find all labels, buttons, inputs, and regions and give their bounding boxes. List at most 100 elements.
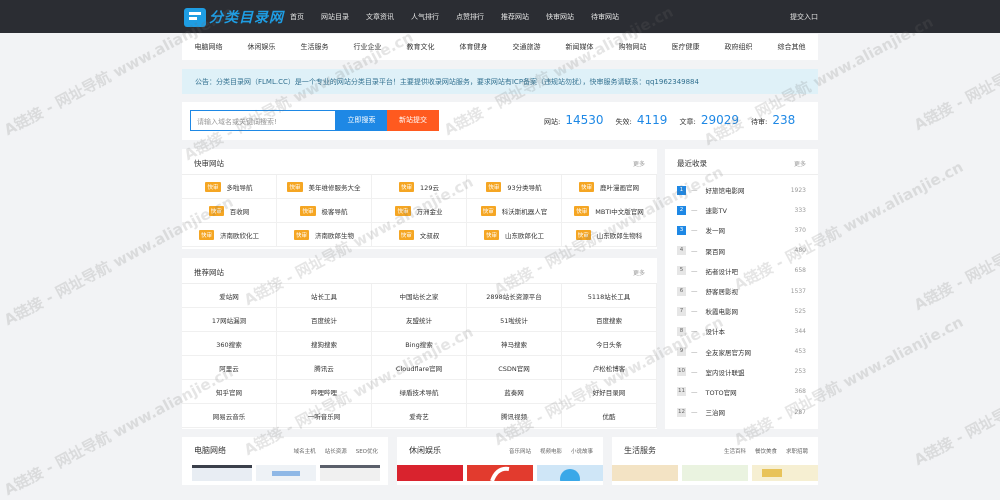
fast-review-item[interactable]: 快审 极客导航 xyxy=(277,199,372,223)
category-link[interactable]: 医疗健康 xyxy=(659,42,712,52)
category-link[interactable]: 综合其他 xyxy=(765,42,818,52)
recent-item[interactable]: 6 — 舒客居影视 1537 xyxy=(665,281,818,301)
recommend-item[interactable]: 中国站长之家 xyxy=(372,284,467,308)
subcategory-link[interactable]: 域名主机 xyxy=(294,447,316,455)
recent-item[interactable]: 11 — TOTO官网 368 xyxy=(665,382,818,402)
recent-item[interactable]: 8 — 设计本 344 xyxy=(665,321,818,341)
recommend-item[interactable]: 搜狗搜索 xyxy=(277,332,372,356)
recommend-item[interactable]: 站长工具 xyxy=(277,284,372,308)
more-link[interactable]: 更多 xyxy=(794,159,806,168)
recent-item[interactable]: 4 — 聚百网 480 xyxy=(665,241,818,261)
recent-item[interactable]: 5 — 拓者设计吧 658 xyxy=(665,261,818,281)
search-input[interactable]: 请输入域名或关键词搜索! xyxy=(190,110,336,131)
fast-review-item[interactable]: 快审 科沃斯机器人官 xyxy=(467,199,562,223)
fast-review-item[interactable]: 快审 万洲金业 xyxy=(372,199,467,223)
recommend-item[interactable]: 360搜索 xyxy=(182,332,277,356)
recommend-item[interactable]: Bing搜索 xyxy=(372,332,467,356)
recommend-item[interactable]: 爱站网 xyxy=(182,284,277,308)
site-name: 多啦导航 xyxy=(226,183,253,192)
recent-item[interactable]: 2 — 速影TV 333 xyxy=(665,200,818,220)
recommend-item[interactable]: Cloudflare官网 xyxy=(372,356,467,380)
site-logo[interactable]: 分类目录网 xyxy=(184,7,284,27)
nav-link[interactable]: 人气排行 xyxy=(411,12,439,22)
subcategory-link[interactable]: 音乐网站 xyxy=(509,447,531,455)
recommend-item[interactable]: 哔哩哔哩 xyxy=(277,380,372,404)
nav-link[interactable]: 待审网站 xyxy=(591,12,619,22)
website-thumbnails[interactable] xyxy=(182,465,388,481)
recommend-item[interactable]: 网易云音乐 xyxy=(182,404,277,428)
recommend-item[interactable]: 卢松松博客 xyxy=(562,356,657,380)
more-link[interactable]: 更多 xyxy=(633,159,645,168)
category-link[interactable]: 购物网站 xyxy=(606,42,659,52)
nav-link[interactable]: 点赞排行 xyxy=(456,12,484,22)
fast-review-item[interactable]: 快审 山东欧郎化工 xyxy=(467,223,562,247)
category-link[interactable]: 休闲娱乐 xyxy=(235,42,288,52)
subcategory-link[interactable]: 餐饮美食 xyxy=(755,447,777,455)
website-thumbnails[interactable] xyxy=(397,465,603,481)
subcategory-link[interactable]: 生活百科 xyxy=(724,447,746,455)
recommend-item[interactable]: 蓝奏网 xyxy=(467,380,562,404)
category-link[interactable]: 新闻媒体 xyxy=(553,42,606,52)
search-button[interactable]: 立即搜索 xyxy=(335,110,388,131)
recent-item[interactable]: 1 — 好旅馆电影网 1923 xyxy=(665,180,818,200)
category-link[interactable]: 政府组织 xyxy=(712,42,765,52)
fast-review-tag: 快审 xyxy=(395,205,411,216)
recent-item[interactable]: 10 — 室内设计联盟 253 xyxy=(665,362,818,382)
recent-item[interactable]: 12 — 三治网 287 xyxy=(665,402,818,422)
subcategory-link[interactable]: SEO优化 xyxy=(356,447,378,455)
recommend-item[interactable]: 优酷 xyxy=(562,404,657,428)
recommend-item[interactable]: 腾讯云 xyxy=(277,356,372,380)
recommend-item[interactable]: 友盟统计 xyxy=(372,308,467,332)
website-thumbnails[interactable] xyxy=(612,465,818,481)
recommend-item[interactable]: 阿里云 xyxy=(182,356,277,380)
fast-review-item[interactable]: 快审 鹿叶漫画官网 xyxy=(562,175,657,199)
recommend-item[interactable]: 5118站长工具 xyxy=(562,284,657,308)
recommend-item[interactable]: 百度统计 xyxy=(277,308,372,332)
recommend-item[interactable]: CSDN官网 xyxy=(467,356,562,380)
fast-review-item[interactable]: 快审 济南欧欣化工 xyxy=(182,223,277,247)
recommend-item[interactable]: 今日头条 xyxy=(562,332,657,356)
submit-entry-link[interactable]: 提交入口 xyxy=(790,12,818,22)
category-link[interactable]: 生活服务 xyxy=(288,42,341,52)
recommend-item[interactable]: 神马搜索 xyxy=(467,332,562,356)
fast-review-item[interactable]: 快审 MBTI中文版官网 xyxy=(562,199,657,223)
category-link[interactable]: 电脑网络 xyxy=(182,42,235,52)
recommend-item[interactable]: 知乎官网 xyxy=(182,380,277,404)
category-link[interactable]: 教育文化 xyxy=(394,42,447,52)
more-link[interactable]: 更多 xyxy=(633,268,645,277)
recommend-item[interactable]: 一听音乐网 xyxy=(277,404,372,428)
nav-link[interactable]: 文章资讯 xyxy=(366,12,394,22)
fast-review-item[interactable]: 快审 多啦导航 xyxy=(182,175,277,199)
fast-review-item[interactable]: 快审 文叔叔 xyxy=(372,223,467,247)
subcategory-link[interactable]: 视频电影 xyxy=(540,447,562,455)
nav-link[interactable]: 网站目录 xyxy=(321,12,349,22)
nav-link[interactable]: 快审网站 xyxy=(546,12,574,22)
recommend-item[interactable]: 爱奇艺 xyxy=(372,404,467,428)
recommend-item[interactable]: 好好目录网 xyxy=(562,380,657,404)
category-link[interactable]: 体育健身 xyxy=(447,42,500,52)
recommend-item[interactable]: 2898站长资源平台 xyxy=(467,284,562,308)
submit-site-button[interactable]: 新站提交 xyxy=(387,110,439,131)
fast-review-item[interactable]: 快审 济南欧郎生物 xyxy=(277,223,372,247)
subcategory-link[interactable]: 站长资源 xyxy=(325,447,347,455)
category-link[interactable]: 交通旅游 xyxy=(500,42,553,52)
recent-item[interactable]: 7 — 秋霞电影网 525 xyxy=(665,301,818,321)
fast-review-item[interactable]: 快审 93分类导航 xyxy=(467,175,562,199)
recommend-item[interactable]: 腾讯视频 xyxy=(467,404,562,428)
recent-item[interactable]: 3 — 发一网 370 xyxy=(665,220,818,240)
recommend-item[interactable]: 51啦统计 xyxy=(467,308,562,332)
recommend-item[interactable]: 百度搜索 xyxy=(562,308,657,332)
subcategory-link[interactable]: 小说故事 xyxy=(571,447,593,455)
category-link[interactable]: 行业企业 xyxy=(341,42,394,52)
fast-review-item[interactable]: 快审 美年维修服务大全 xyxy=(277,175,372,199)
nav-link[interactable]: 首页 xyxy=(290,12,304,22)
fast-review-item[interactable]: 快审 山东欧郎生物科 xyxy=(562,223,657,247)
fast-review-item[interactable]: 快审 129云 xyxy=(372,175,467,199)
recent-item[interactable]: 9 — 全友家居官方网 453 xyxy=(665,342,818,362)
fast-review-item[interactable]: 快审 百收网 xyxy=(182,199,277,223)
nav-link[interactable]: 推荐网站 xyxy=(501,12,529,22)
subcategory-link[interactable]: 求职招聘 xyxy=(786,447,808,455)
recommend-item[interactable]: 17网站漏洞 xyxy=(182,308,277,332)
bottom-panel-entertainment: 休闲娱乐 音乐网站 视频电影 小说故事 xyxy=(397,437,603,485)
recommend-item[interactable]: 绿盾技术导航 xyxy=(372,380,467,404)
